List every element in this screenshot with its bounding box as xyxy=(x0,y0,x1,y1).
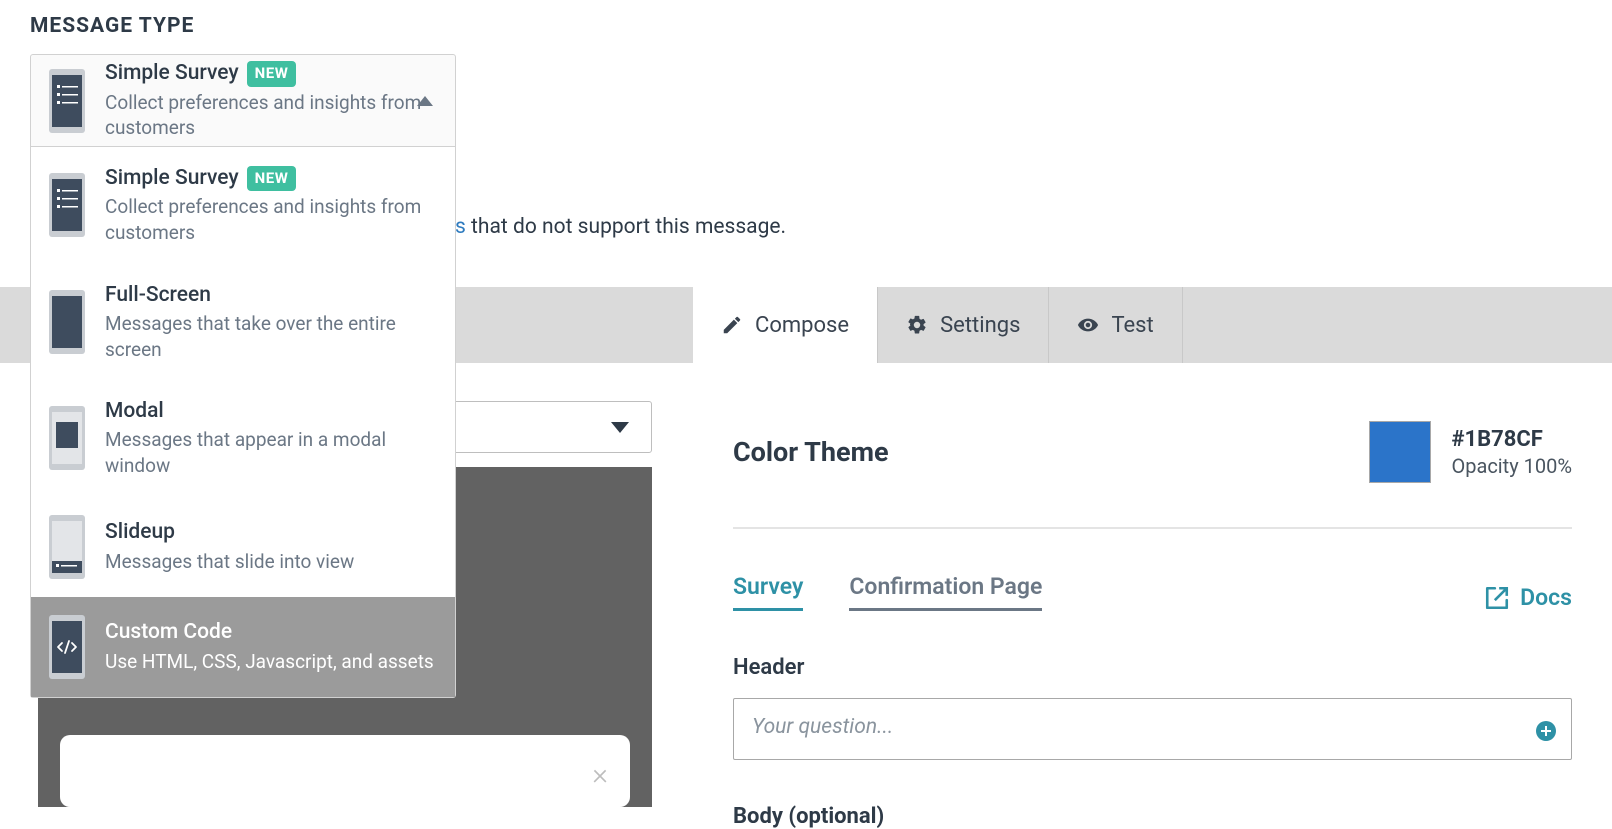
editor-tabs: Compose Settings Test xyxy=(693,287,1183,363)
tab-test-label: Test xyxy=(1111,313,1153,338)
compose-panel: Color Theme #1B78CF Opacity 100% Survey … xyxy=(693,363,1612,829)
color-opacity: Opacity 100% xyxy=(1451,454,1572,478)
selected-desc: Collect preferences and insights from cu… xyxy=(105,90,437,141)
header-input[interactable] xyxy=(733,698,1572,760)
divider xyxy=(733,527,1572,529)
docs-link[interactable]: Docs xyxy=(1484,584,1572,611)
color-theme-display[interactable]: #1B78CF Opacity 100% xyxy=(1369,421,1572,483)
option-full-screen[interactable]: Full-Screen Messages that take over the … xyxy=(31,264,455,381)
simple-survey-icon xyxy=(49,69,85,133)
modal-icon xyxy=(49,406,85,470)
color-swatch[interactable] xyxy=(1369,421,1431,483)
caret-down-icon xyxy=(611,422,629,433)
external-link-icon xyxy=(1484,585,1510,611)
header-label: Header xyxy=(733,655,1572,680)
add-button[interactable] xyxy=(1534,719,1558,743)
gear-icon xyxy=(906,314,928,336)
tab-settings[interactable]: Settings xyxy=(878,287,1049,363)
close-icon[interactable]: × xyxy=(592,757,608,792)
header-input-wrap xyxy=(733,698,1572,764)
option-title: Custom Code xyxy=(105,619,232,646)
color-theme-title: Color Theme xyxy=(733,436,889,468)
new-badge: NEW xyxy=(247,166,297,192)
option-desc: Collect preferences and insights from cu… xyxy=(105,194,437,245)
option-desc: Messages that take over the entire scree… xyxy=(105,311,437,362)
simple-survey-icon xyxy=(49,173,85,237)
unsupported-link-fragment[interactable]: s xyxy=(455,215,466,239)
color-hex: #1B78CF xyxy=(1451,427,1572,452)
message-type-heading: MESSAGE TYPE xyxy=(30,14,194,38)
tab-test[interactable]: Test xyxy=(1049,287,1182,363)
tab-compose[interactable]: Compose xyxy=(693,287,878,363)
slideup-icon xyxy=(49,515,85,579)
plus-circle-icon xyxy=(1534,719,1558,743)
option-desc: Messages that appear in a modal window xyxy=(105,427,437,478)
pencil-icon xyxy=(721,314,743,336)
chevron-up-icon xyxy=(417,96,433,106)
option-title: Modal xyxy=(105,398,164,425)
option-modal[interactable]: Modal Messages that appear in a modal wi… xyxy=(31,380,455,497)
option-title: Full-Screen xyxy=(105,282,211,309)
option-custom-code[interactable]: Custom Code Use HTML, CSS, Javascript, a… xyxy=(31,597,455,697)
message-type-options: Simple Survey NEW Collect preferences an… xyxy=(30,147,456,698)
message-type-select[interactable]: Simple Survey NEW Collect preferences an… xyxy=(30,54,456,147)
preview-card: × xyxy=(60,735,630,807)
subtab-confirmation[interactable]: Confirmation Page xyxy=(849,573,1042,611)
option-title: Slideup xyxy=(105,519,175,546)
option-desc: Messages that slide into view xyxy=(105,549,437,575)
selected-title: Simple Survey xyxy=(105,60,239,87)
new-badge: NEW xyxy=(247,61,297,87)
survey-subtabs: Survey Confirmation Page Docs xyxy=(733,573,1572,611)
option-slideup[interactable]: Slideup Messages that slide into view xyxy=(31,497,455,597)
unsupported-rest: that do not support this message. xyxy=(466,215,786,239)
eye-icon xyxy=(1077,314,1099,336)
full-screen-icon xyxy=(49,290,85,354)
selected-text: Simple Survey NEW Collect preferences an… xyxy=(105,60,437,141)
unsupported-message-text: s that do not support this message. xyxy=(455,215,786,239)
tab-compose-label: Compose xyxy=(755,313,849,338)
subtab-survey[interactable]: Survey xyxy=(733,573,803,611)
color-theme-row: Color Theme #1B78CF Opacity 100% xyxy=(733,421,1572,483)
color-theme-text: #1B78CF Opacity 100% xyxy=(1451,427,1572,478)
custom-code-icon xyxy=(49,615,85,679)
option-desc: Use HTML, CSS, Javascript, and assets xyxy=(105,649,437,675)
option-title: Simple Survey xyxy=(105,165,239,192)
option-simple-survey[interactable]: Simple Survey NEW Collect preferences an… xyxy=(31,147,455,264)
tab-settings-label: Settings xyxy=(940,313,1020,338)
body-label: Body (optional) xyxy=(733,804,1572,829)
docs-label: Docs xyxy=(1520,584,1572,611)
